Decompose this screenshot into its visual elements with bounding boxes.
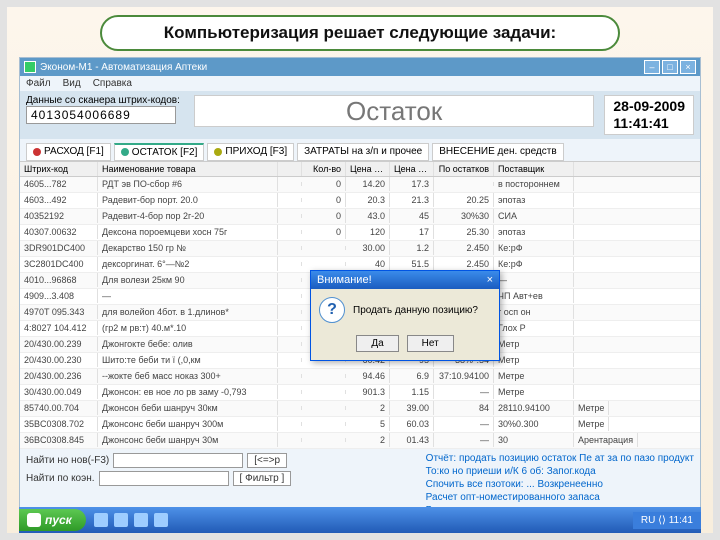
menu-item[interactable]: Справка [93,78,132,89]
start-button[interactable]: пуск [19,509,86,531]
tabs: РАСХОД [F1]ОСТАТОК [F2]ПРИХОД [F3]ЗАТРАТ… [20,139,700,161]
windows-icon [27,513,41,527]
taskbar-icon[interactable] [134,513,148,527]
table-row[interactable]: 3DR901DC400Декарство 150 гр №30.001.22.4… [20,241,700,257]
table-row[interactable]: 40307.00632Дексона пороемцеви хосн 75г01… [20,225,700,241]
barcode-input[interactable]: 4013054006689 [26,106,176,124]
status-display: Остаток [194,95,594,127]
tab-dot-icon [121,148,129,156]
filter-input[interactable] [113,453,243,468]
tab[interactable]: ОСТАТОК [F2] [114,143,205,161]
column-header[interactable]: Наименование товара [98,162,278,176]
question-icon: ? [319,297,345,323]
table-row[interactable]: 4605...782РДТ эв ПО-сбор #6014.2017.3в п… [20,177,700,193]
column-header[interactable]: Цена пот. [346,162,390,176]
column-header[interactable]: Поставщик [494,162,574,176]
close-button[interactable]: × [680,60,696,74]
window-title: Эконом-М1 - Автоматизация Аптеки [40,62,644,73]
dialog-close-button[interactable]: × [487,274,493,286]
table-row[interactable]: 35BC0308.702Джонсонс беби шанруч 300м560… [20,417,700,433]
dialog-title: Внимание! [317,274,372,286]
table-row[interactable]: 4603...492Радевит-бор порт. 20.0020.321.… [20,193,700,209]
action-link[interactable]: То:ко но приеши и/К 6 об: Запог.кода [426,466,694,477]
no-button[interactable]: Нет [407,335,454,352]
maximize-button[interactable]: □ [662,60,678,74]
column-header[interactable]: Цена розн. [390,162,434,176]
action-link[interactable]: Расчет опт-номестированного запаса [426,492,694,503]
column-header[interactable]: Штрих-код [20,162,98,176]
menubar: Файл Вид Справка [20,76,700,91]
action-link[interactable]: Отчёт: продать позицию остаток Пе ат за … [426,453,694,464]
scan-label: Данные со сканера штрих-кодов: [26,95,180,106]
filter-label: Найти но нов(-F3) [26,455,109,466]
taskbar-icon[interactable] [114,513,128,527]
tab[interactable]: ЗАТРАТЫ на з/п и прочее [297,143,429,161]
tab-dot-icon [214,148,222,156]
column-header[interactable]: Кол-во [302,162,346,176]
table-row[interactable]: 36BC0308.845Джонсонс беби шанруч 30м201.… [20,433,700,449]
taskbar-icon[interactable] [94,513,108,527]
filter-button[interactable]: [<=>р [247,453,287,468]
minimize-button[interactable]: – [644,60,660,74]
filter-button[interactable]: [ Фильтр ] [233,471,292,486]
action-link[interactable]: Спочить все пзотоки: ... Возкренеенно [426,479,694,490]
table-row[interactable]: 85740.00.704Джонсон беби шанруч 30км239.… [20,401,700,417]
app-icon [24,61,36,73]
table-row[interactable]: 40352192Радевит-4-бор пор 2г-20043.04530… [20,209,700,225]
window-titlebar: Эконом-М1 - Автоматизация Аптеки – □ × [20,58,700,76]
tab[interactable]: РАСХОД [F1] [26,143,111,161]
tab[interactable]: ПРИХОД [F3] [207,143,294,161]
datetime-display: 28-09-2009 11:41:41 [604,95,694,135]
confirm-dialog: Внимание! × ? Продать данную позицию? Да… [310,270,500,361]
dialog-message: Продать данную позицию? [353,305,478,316]
taskbar: пуск RU ⟨⟩ 11:41 [19,507,701,533]
filter-label: Найти по коэн. [26,473,95,484]
tab[interactable]: ВНЕСЕНИЕ ден. средств [432,143,563,161]
yes-button[interactable]: Да [356,335,398,352]
table-row[interactable]: 30/430.00.049Джонсон: ев ное ло рв заму … [20,385,700,401]
system-tray[interactable]: RU ⟨⟩ 11:41 [633,512,701,529]
taskbar-icon[interactable] [154,513,168,527]
filter-input[interactable] [99,471,229,486]
menu-item[interactable]: Вид [63,78,81,89]
table-row[interactable]: 20/430.00.236--жокте беб масс ноказ 300+… [20,369,700,385]
tab-dot-icon [33,148,41,156]
column-header[interactable] [278,162,302,176]
menu-item[interactable]: Файл [26,78,51,89]
column-header[interactable]: По остатков [434,162,494,176]
page-title: Компьютеризация решает следующие задачи: [164,23,556,42]
